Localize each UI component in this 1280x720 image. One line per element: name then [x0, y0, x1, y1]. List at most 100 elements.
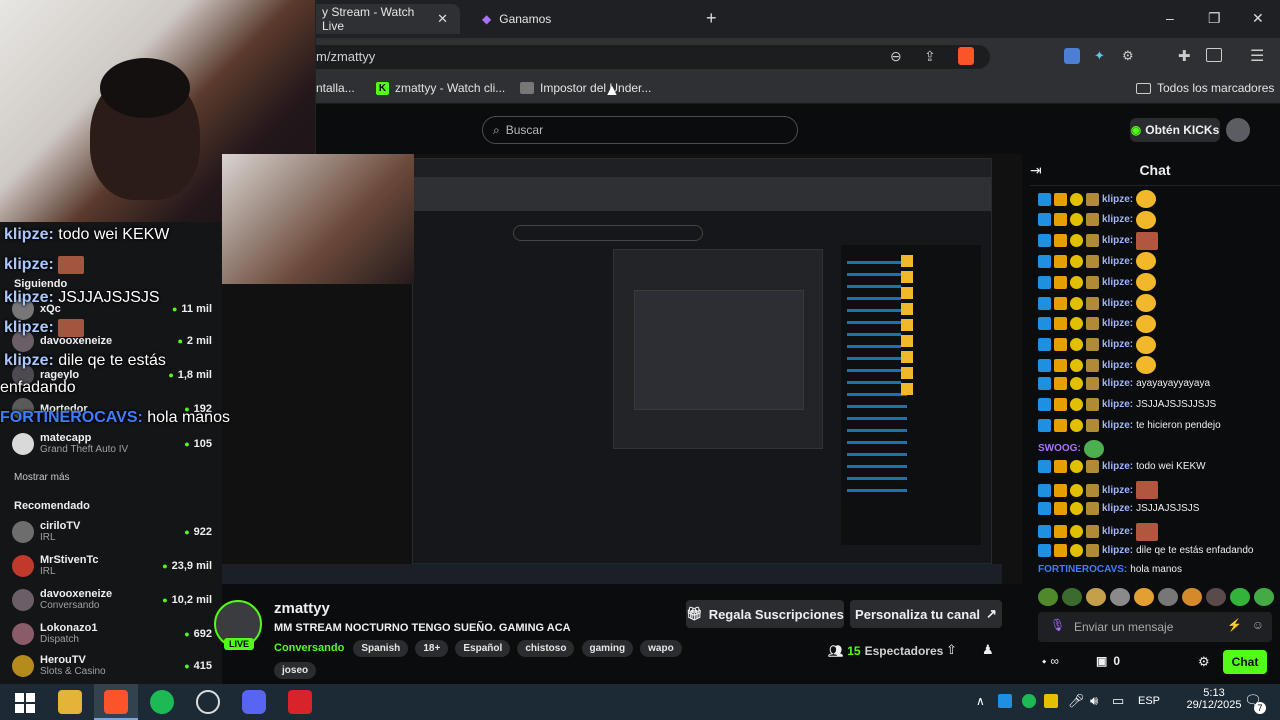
category-link[interactable]: Conversando [274, 642, 344, 654]
search-input[interactable]: ⌕ Buscar [482, 116, 798, 144]
chat-username[interactable]: klipze: [1102, 235, 1133, 246]
clock-date: 29/12/2025 [1186, 699, 1242, 711]
share-icon[interactable]: ⇪ [924, 48, 936, 65]
chat-input[interactable]: 🎙︎ Enviar un mensaje ⚡ ☺ [1038, 612, 1272, 642]
chat-username[interactable]: klipze: [1102, 378, 1133, 389]
emote-icon[interactable] [1134, 588, 1154, 606]
extension-icon[interactable]: ✦ [1094, 48, 1105, 64]
url-field[interactable]: m/zmattyy [300, 45, 990, 69]
follow-icon[interactable]: ♟ [982, 642, 994, 658]
spotify-icon[interactable] [150, 690, 174, 714]
gear-icon[interactable]: ⚙ [1122, 48, 1134, 64]
emote-icon[interactable] [1230, 588, 1250, 606]
chat-username[interactable]: klipze: [1102, 485, 1133, 496]
all-bookmarks-button[interactable]: Todos los marcadores [1136, 81, 1274, 95]
chat-username[interactable]: FORTINEROCAVS: [1038, 564, 1127, 575]
menu-icon[interactable]: ☰ [1250, 46, 1264, 66]
emote-icon [58, 319, 85, 337]
chat-username[interactable]: klipze: [1102, 420, 1133, 431]
tray-app-icon[interactable] [998, 694, 1012, 708]
new-tab-button[interactable]: + [706, 8, 717, 29]
emote-icon[interactable] [1086, 588, 1106, 606]
gift-subs-button[interactable]: 🎁︎ Regala Suscripciones [686, 600, 844, 628]
tag[interactable]: 18+ [415, 640, 449, 657]
chat-username[interactable]: klipze: [1102, 318, 1133, 329]
customize-channel-button[interactable]: Personaliza tu canal ↗ [850, 600, 1002, 628]
tab-close-icon[interactable]: ✕ [437, 11, 448, 27]
chat-username[interactable]: klipze: [1102, 298, 1133, 309]
chat-username[interactable]: klipze: [1102, 461, 1133, 472]
bookmark-impostor[interactable]: Impostor del Under... [520, 81, 651, 95]
emote-icon[interactable] [1254, 588, 1274, 606]
network-icon[interactable]: ▭ [1112, 693, 1124, 709]
tray-spotify-icon[interactable] [1022, 694, 1036, 708]
microphone-tray-icon[interactable]: 🎤︎ [1068, 693, 1085, 709]
chat-username[interactable]: klipze: [1102, 503, 1133, 514]
show-more-link[interactable]: Mostrar más [14, 472, 70, 483]
channel-name[interactable]: zmattyy [274, 600, 330, 617]
tab-stream[interactable]: y Stream - Watch Live ✕ [310, 4, 460, 34]
chat-username[interactable]: klipze: [1102, 194, 1133, 205]
bookmark-zmattyy[interactable]: K zmattyy - Watch cli... [376, 81, 505, 95]
maximize-button[interactable]: ❐ [1208, 10, 1221, 27]
tag[interactable]: chistoso [517, 640, 575, 657]
chat-username[interactable]: klipze: [1102, 360, 1133, 371]
emote-icon[interactable] [1182, 588, 1202, 606]
chat-username[interactable]: klipze: [1102, 339, 1133, 350]
sidebar-item-mrstiventc[interactable]: MrStivenTc IRL 23,9 mil [12, 554, 212, 577]
sidebar-item-cirilotv[interactable]: ciriloTV IRL 922 [12, 520, 212, 543]
app-icon[interactable] [288, 690, 312, 714]
emote-icon[interactable] [1110, 588, 1130, 606]
chat-username[interactable]: SWOOG: [1038, 443, 1081, 454]
sidebar-item-heroutv[interactable]: HerouTV Slots & Casino 415 [12, 654, 212, 677]
emote-icon[interactable] [1158, 588, 1178, 606]
chat-username[interactable]: klipze: [1102, 214, 1133, 225]
tag[interactable]: wapo [640, 640, 682, 657]
discord-icon[interactable] [242, 690, 266, 714]
tag[interactable]: joseo [274, 662, 317, 679]
emote-icon[interactable] [1206, 588, 1226, 606]
chat-settings-icon[interactable]: ⚙ [1198, 654, 1210, 670]
tray-nvidia-icon[interactable] [1044, 694, 1058, 708]
tray-expand-icon[interactable]: ∧ [976, 694, 985, 708]
get-kicks-button[interactable]: ◉ Obtén KICKs [1130, 118, 1220, 142]
volume-icon[interactable]: 🔊︎ [1090, 693, 1098, 709]
clock[interactable]: 5:13 29/12/2025 [1186, 687, 1242, 711]
sidebar-item-lokonazo1[interactable]: Lokonazo1 Dispatch 692 [12, 622, 212, 645]
close-window-button[interactable]: ✕ [1252, 10, 1264, 27]
emote-icon[interactable] [1038, 588, 1058, 606]
sidebar-item-davooxeneize-rec[interactable]: davooxeneize Conversando 10,2 mil [12, 588, 212, 611]
zoom-icon[interactable]: ⊖ [890, 48, 902, 65]
user-avatar[interactable] [1226, 118, 1250, 142]
minimize-button[interactable]: – [1166, 10, 1174, 26]
tab-ganamos[interactable]: ◆ Ganamos [470, 4, 700, 34]
file-explorer-icon[interactable] [58, 690, 82, 714]
obs-icon[interactable] [196, 690, 220, 714]
chat-username[interactable]: klipze: [1102, 545, 1133, 556]
language-indicator[interactable]: ESP [1138, 695, 1160, 707]
tag[interactable]: gaming [581, 640, 634, 657]
tag[interactable]: Spanish [353, 640, 409, 657]
emoji-icon[interactable]: ☺ [1252, 618, 1264, 632]
bookmark-pantalla[interactable]: ntalla... [316, 81, 355, 95]
tag[interactable]: Español [455, 640, 511, 657]
extensions-puzzle-icon[interactable]: ✚ [1178, 47, 1191, 65]
translate-icon[interactable] [1064, 48, 1080, 64]
points-display[interactable]: ⬩ ∞ [1042, 654, 1059, 669]
sidebar-item-matecapp[interactable]: matecapp Grand Theft Auto IV 105 [12, 432, 212, 455]
brave-shield-icon[interactable] [958, 47, 974, 65]
microphone-icon[interactable]: 🎙︎ [1050, 618, 1065, 632]
chat-username[interactable]: klipze: [1102, 526, 1133, 537]
command-icon[interactable]: ⚡ [1227, 618, 1242, 632]
badge-icon [1070, 398, 1083, 411]
kicks-display[interactable]: ▣ 0 [1096, 654, 1120, 668]
share-icon[interactable]: ⇧ [946, 642, 957, 658]
wallet-icon[interactable] [1206, 48, 1222, 62]
send-chat-button[interactable]: Chat [1223, 650, 1267, 674]
windows-start-icon[interactable] [12, 690, 36, 714]
chat-username[interactable]: klipze: [1102, 277, 1133, 288]
chat-username[interactable]: klipze: [1102, 256, 1133, 267]
brave-taskbar-active[interactable] [94, 684, 138, 720]
chat-username[interactable]: klipze: [1102, 399, 1133, 410]
emote-icon[interactable] [1062, 588, 1082, 606]
